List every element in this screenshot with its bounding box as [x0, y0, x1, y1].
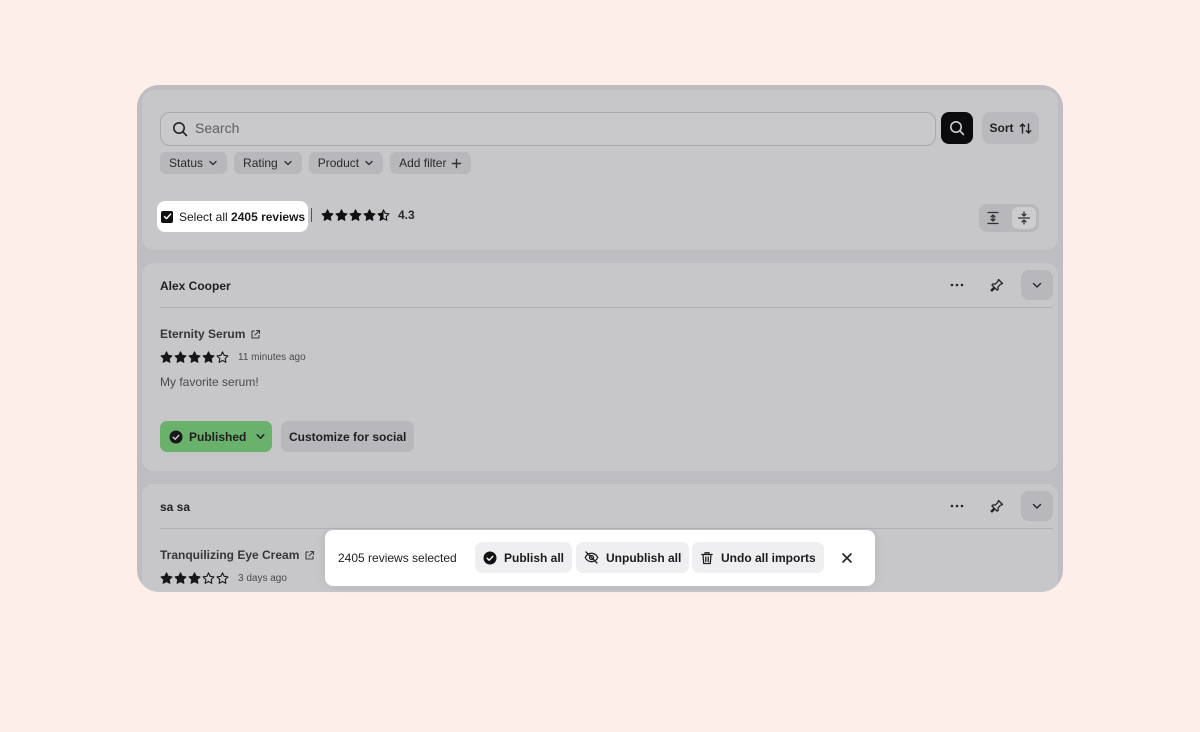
more-options-button[interactable]	[941, 270, 973, 300]
pin-icon	[990, 278, 1004, 292]
review-rating-line: 3 days ago	[160, 572, 287, 585]
chevron-down-icon	[1032, 503, 1042, 509]
pin-button[interactable]	[981, 270, 1013, 300]
separator	[311, 208, 312, 222]
star-filled-icon	[188, 351, 201, 363]
filter-product-label: Product	[317, 156, 360, 170]
filter-rating-label: Rating	[243, 156, 278, 170]
density-toggle	[979, 204, 1039, 232]
search-icon	[173, 122, 188, 137]
star-filled-icon	[349, 208, 362, 221]
check-circle-icon	[483, 551, 497, 564]
search-icon	[950, 121, 965, 136]
review-time: 3 days ago	[238, 573, 287, 584]
sort-button[interactable]: Sort	[982, 112, 1039, 144]
review-rating-line: 11 minutes ago	[160, 351, 306, 364]
add-filter-label: Add filter	[399, 156, 447, 170]
review-author: Alex Cooper	[160, 279, 231, 293]
search-field[interactable]	[160, 112, 936, 146]
status-dropdown[interactable]: Published	[160, 421, 272, 452]
more-options-button[interactable]	[941, 491, 973, 521]
undo-all-imports-button[interactable]: Undo all imports	[692, 542, 824, 573]
star-rating	[160, 351, 229, 364]
trash-icon	[701, 551, 713, 564]
check-circle-icon	[169, 430, 183, 443]
status-label: Published	[189, 429, 247, 444]
filter-bar: Status Rating Product Add filter	[160, 152, 472, 174]
star-half-icon	[377, 208, 390, 221]
filter-status-label: Status	[169, 156, 204, 170]
chevron-down-icon	[209, 160, 217, 166]
star-filled-icon	[188, 572, 201, 584]
pin-icon	[990, 499, 1004, 513]
collapse-rows-icon	[1017, 211, 1031, 225]
filter-product[interactable]: Product	[308, 152, 384, 174]
plus-icon	[452, 158, 462, 168]
expand-review-button[interactable]	[1021, 491, 1053, 521]
select-all-label: Select all 2405 reviews	[179, 209, 306, 224]
publish-all-label: Publish all	[504, 550, 565, 565]
select-all-count: 2405 reviews	[231, 209, 306, 224]
reviews-window: Sort Status Rating Product Add filter	[137, 85, 1063, 592]
publish-all-button[interactable]: Publish all	[475, 542, 573, 573]
review-author: sa sa	[160, 500, 191, 514]
product-link[interactable]: Eternity Serum	[160, 327, 261, 341]
external-link-icon	[251, 329, 261, 339]
product-name: Eternity Serum	[160, 327, 246, 341]
star-filled-icon	[321, 208, 334, 221]
bulk-action-bar: 2405 reviews selected Publish all Unpubl…	[325, 530, 875, 586]
star-empty-icon	[202, 572, 215, 584]
expand-review-button[interactable]	[1021, 270, 1053, 300]
star-filled-icon	[174, 572, 187, 584]
star-empty-icon	[216, 351, 229, 363]
product-link[interactable]: Tranquilizing Eye Cream	[160, 548, 315, 562]
star-filled-icon	[363, 208, 376, 221]
eye-off-icon	[584, 551, 599, 564]
star-filled-icon	[160, 572, 173, 584]
review-body: My favorite serum!	[160, 375, 259, 389]
average-rating-value: 4.3	[398, 208, 415, 222]
external-link-icon	[305, 550, 315, 560]
select-all-checkbox[interactable]: Select all 2405 reviews	[157, 201, 308, 232]
customize-for-social-button[interactable]: Customize for social	[281, 421, 415, 452]
divider	[160, 528, 1053, 529]
search-input[interactable]	[195, 120, 895, 136]
review-actions	[941, 270, 1053, 300]
review-time: 11 minutes ago	[238, 352, 306, 363]
add-filter-button[interactable]: Add filter	[390, 152, 472, 174]
more-dots-icon	[950, 504, 964, 508]
selected-count: 2405 reviews selected	[338, 551, 457, 565]
unpublish-all-label: Unpublish all	[606, 550, 682, 565]
average-star-rating	[321, 208, 390, 222]
filter-status[interactable]: Status	[160, 152, 228, 174]
filter-rating[interactable]: Rating	[234, 152, 302, 174]
sort-label: Sort	[989, 121, 1014, 135]
expand-rows-icon[interactable]	[986, 211, 1000, 225]
chevron-down-icon	[1032, 282, 1042, 288]
star-filled-icon	[174, 351, 187, 363]
undo-all-imports-label: Undo all imports	[721, 550, 816, 565]
star-filled-icon	[335, 208, 348, 221]
more-dots-icon	[950, 283, 964, 287]
star-empty-icon	[216, 572, 229, 584]
star-rating	[160, 572, 229, 585]
sort-arrows-icon	[1019, 122, 1031, 134]
compact-rows-button[interactable]	[1012, 207, 1036, 229]
product-name: Tranquilizing Eye Cream	[160, 548, 300, 562]
close-icon[interactable]	[840, 551, 854, 565]
chevron-down-icon	[284, 160, 292, 166]
checkbox-checked-icon	[161, 210, 173, 223]
star-filled-icon	[160, 351, 173, 363]
search-button[interactable]	[941, 112, 973, 144]
review-card: Alex Cooper Eternity Serum 11 minutes ag…	[142, 263, 1058, 471]
review-actions	[941, 491, 1053, 521]
chevron-down-icon	[256, 434, 265, 439]
star-filled-icon	[202, 351, 215, 363]
unpublish-all-button[interactable]: Unpublish all	[576, 542, 690, 573]
chevron-down-icon	[365, 160, 373, 166]
average-rating: 4.3	[311, 208, 415, 222]
divider	[160, 307, 1053, 308]
pin-button[interactable]	[981, 491, 1013, 521]
